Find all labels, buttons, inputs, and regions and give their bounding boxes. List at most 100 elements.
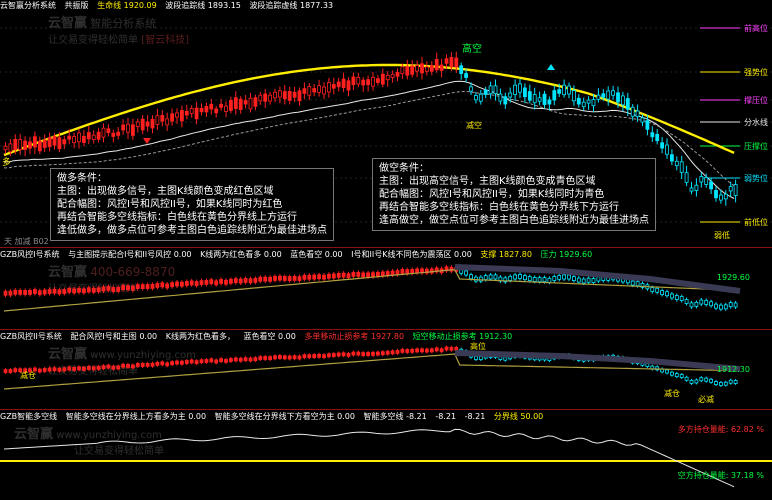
short-note-line: 逢高做空，做空点位可参考主图白色追踪线附近为最佳进场点 xyxy=(379,215,649,226)
risk2-candle-body xyxy=(385,350,390,355)
candle-body xyxy=(606,90,611,100)
risk2-candle-body xyxy=(135,363,140,367)
risk2-candle-body xyxy=(268,356,273,361)
risk1-candle-body xyxy=(91,287,96,293)
short-note-line: 再结合智能多空线指标：白色线在黄色分界线下方运行 xyxy=(379,202,619,213)
candle-body xyxy=(523,87,527,98)
candle-body xyxy=(18,139,23,151)
risk2-candle-body xyxy=(67,366,72,371)
risk2-candle-body xyxy=(473,356,478,360)
risk1-candle-body xyxy=(77,287,81,293)
risk2-candle-body xyxy=(361,352,366,356)
x-axis-label: 天 加减 B02 xyxy=(4,237,49,246)
risk2-candle-body xyxy=(150,362,155,367)
risk1-candle-body xyxy=(96,287,101,293)
candle-body xyxy=(483,89,488,95)
candle-body xyxy=(130,124,135,136)
risk1-candle-body xyxy=(655,287,660,293)
candle-body xyxy=(704,177,709,185)
candle-body xyxy=(596,94,601,100)
candle-body xyxy=(493,85,498,95)
risk1-candle-body xyxy=(469,274,473,280)
risk2-candle-body xyxy=(82,366,86,371)
candle-body xyxy=(175,112,179,118)
risk2-candle-body xyxy=(704,377,709,382)
risk2-candle-body xyxy=(52,367,57,372)
candle-body xyxy=(630,106,635,117)
candle-body xyxy=(8,143,13,153)
risk2-candle-body xyxy=(356,351,361,356)
candle-body xyxy=(679,161,684,173)
long-short-panel[interactable]: GZB智能多空线 智能多空线在分界线上方看多为主 0.00 智能多空线在分界线下… xyxy=(0,411,772,500)
risk1-candle-body xyxy=(684,299,689,304)
risk2-price-tag: 1912.30 xyxy=(716,365,750,374)
risk2-candle-body xyxy=(282,355,287,360)
candle-body xyxy=(326,82,331,93)
level-label: 前高位 xyxy=(744,23,768,33)
candle-body xyxy=(204,106,209,113)
risk2-candle-body xyxy=(179,360,184,365)
risk2-candle-body xyxy=(444,346,449,351)
risk1-candle-body xyxy=(709,301,713,307)
candle-body xyxy=(567,85,571,95)
risk2-candle-body xyxy=(96,365,101,370)
risk2-candle-body xyxy=(184,360,189,364)
candle-body xyxy=(635,110,640,118)
risk2-candle-body xyxy=(111,365,116,370)
candle-body xyxy=(331,84,336,89)
risk2-candle-body xyxy=(410,348,415,353)
risk2-candle-body xyxy=(346,352,351,357)
risk1-candle-body xyxy=(557,275,562,280)
risk2-candle-body xyxy=(366,352,371,356)
candle-body xyxy=(557,89,562,94)
risk2-candle-body xyxy=(390,350,395,355)
risk1-panel[interactable]: GZB风控I号系统 与主图提示配合I号和II号风控 0.00 K线两为红色看多 … xyxy=(0,249,772,329)
risk1-candle-body xyxy=(660,290,664,295)
risk2-candle-body xyxy=(420,348,424,353)
risk1-candle-body xyxy=(361,272,366,278)
candle-body xyxy=(67,135,72,140)
main-chart-panel[interactable]: 云智赢分析系统 共振版 生命线 1920.09 波段追踪线 1893.15 波段… xyxy=(0,0,772,247)
candle-body xyxy=(459,65,464,74)
candle-body xyxy=(625,98,630,110)
candle-body xyxy=(366,79,371,86)
candle-body xyxy=(723,193,728,200)
risk1-candle-body xyxy=(248,278,253,284)
candle-body xyxy=(228,100,233,111)
risk1-candle-body xyxy=(179,281,184,287)
candle-body xyxy=(611,90,615,96)
risk2-candle-body xyxy=(317,353,322,358)
candle-body xyxy=(135,121,140,128)
risk2-panel[interactable]: GZB风控II号系统 配合风控I号和主图 0.00 K线两为红色看多， 蓝色看空… xyxy=(0,331,772,409)
risk1-candle-body xyxy=(253,277,258,283)
short-conditions-note: 做空条件： 主图：出现高空信号，主图K线颜色变成青色区域 配合幅图：风控I号和风… xyxy=(372,158,656,231)
candle-body xyxy=(233,97,238,109)
risk1-candle-body xyxy=(567,274,571,280)
risk2-candle-body xyxy=(165,362,170,367)
ls-long-power: 多方持仓量能: 62.82 % xyxy=(677,425,764,434)
risk2-candle-body xyxy=(224,358,228,363)
candle-body xyxy=(420,63,424,74)
risk1-candle-body xyxy=(562,274,566,280)
risk1-candle-body xyxy=(233,278,238,284)
risk1-candle-body xyxy=(689,302,694,308)
candle-body xyxy=(170,113,175,122)
risk2-candle-body xyxy=(728,379,733,384)
bottom-label: 弱低 xyxy=(714,230,730,240)
risk2-candle-body xyxy=(238,357,243,362)
risk1-candle-body xyxy=(33,289,37,294)
candle-body xyxy=(13,138,18,151)
candle-body xyxy=(116,131,121,136)
risk2-candle-body xyxy=(13,368,18,373)
candle-body xyxy=(508,92,513,98)
risk2-candle-body xyxy=(670,371,674,376)
risk1-candle-body xyxy=(135,284,140,290)
candle-body xyxy=(52,135,57,146)
candle-body xyxy=(640,117,645,123)
candle-body xyxy=(322,86,326,95)
candle-body xyxy=(126,123,130,133)
candle-body xyxy=(214,108,219,114)
risk2-candle-body xyxy=(375,351,380,356)
risk2-candle-body xyxy=(248,357,253,362)
risk1-candle-body xyxy=(111,287,116,292)
